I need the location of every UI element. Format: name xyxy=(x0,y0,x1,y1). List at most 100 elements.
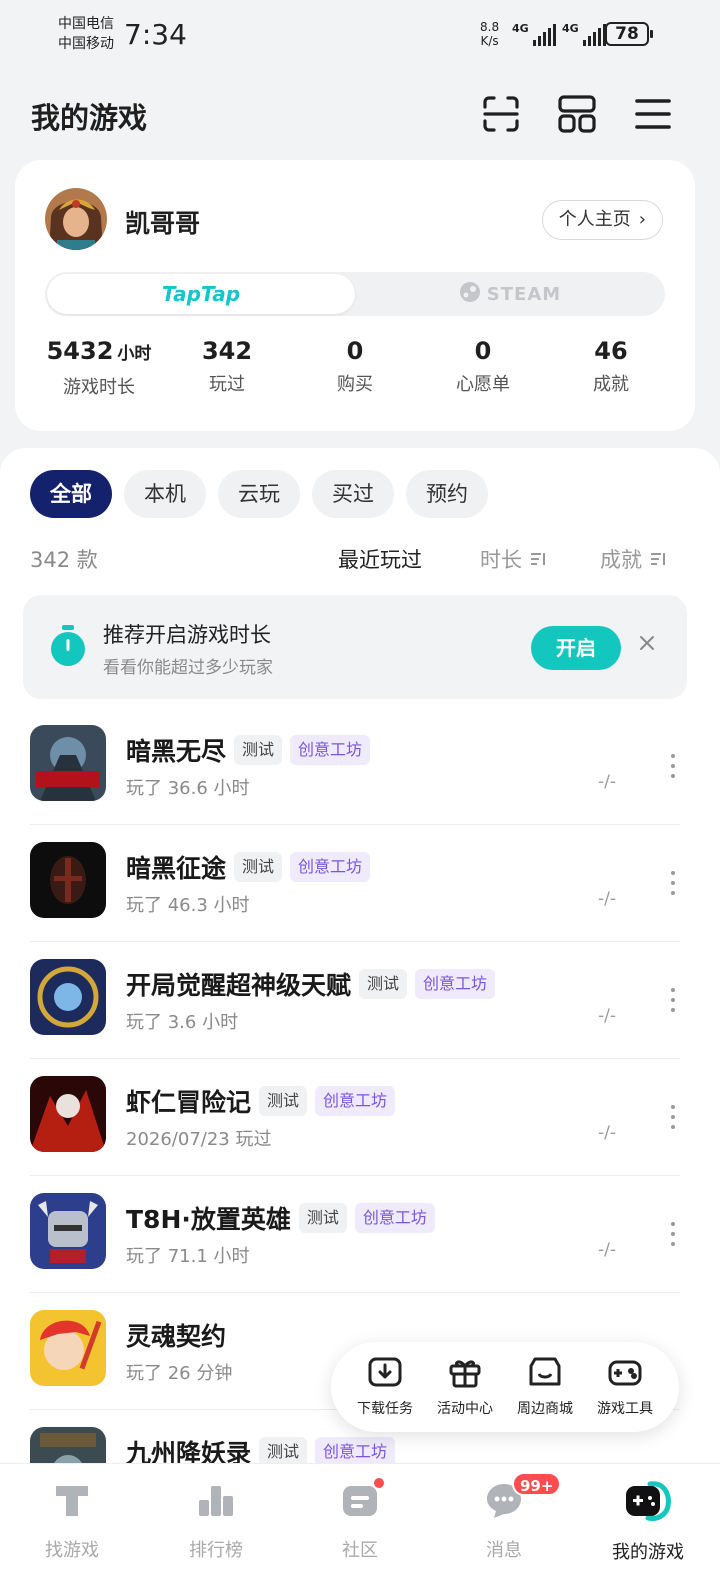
profile-stats: 5432 小时 游戏时长 342 玩过 0 购买 0 心愿单 46 成就 xyxy=(35,336,675,399)
menu-icon[interactable] xyxy=(633,94,673,134)
stopwatch-icon xyxy=(49,625,87,671)
grid-icon[interactable] xyxy=(557,94,597,134)
more-icon[interactable] xyxy=(670,988,676,1012)
sort-recent[interactable]: 最近玩过 xyxy=(338,544,422,574)
game-tools-button[interactable]: 游戏工具 xyxy=(597,1342,653,1432)
network-speed: 8.8 K/s xyxy=(480,20,500,48)
tag-test: 测试 xyxy=(234,852,283,882)
tag-workshop: 创意工坊 xyxy=(290,852,371,882)
stat-purchased[interactable]: 0 购买 xyxy=(291,336,419,399)
gift-icon xyxy=(447,1356,483,1392)
stat-played[interactable]: 342 玩过 xyxy=(163,336,291,399)
signal-icon-sim1: 4G xyxy=(512,22,556,46)
profile-home-button[interactable]: 个人主页 › xyxy=(541,200,663,240)
game-icon xyxy=(30,959,106,1035)
tag-workshop: 创意工坊 xyxy=(415,969,496,999)
tag-workshop: 创意工坊 xyxy=(290,735,371,765)
more-icon[interactable] xyxy=(670,871,676,895)
tag-test: 测试 xyxy=(259,1086,308,1116)
carrier-info: 中国电信 中国移动 xyxy=(58,14,114,54)
list-item[interactable]: 开局觉醒超神级天赋 测试 创意工坊 玩了 3.6 小时 -/- xyxy=(30,942,680,1059)
gamepad-icon xyxy=(607,1356,643,1392)
more-icon[interactable] xyxy=(670,1222,676,1246)
game-count: 342 款 xyxy=(30,548,98,572)
nav-my-games[interactable]: 我的游戏 xyxy=(576,1464,720,1593)
game-playtime: 玩了 36.6 小时 xyxy=(126,778,250,799)
taptap-logo-icon xyxy=(52,1480,92,1524)
username: 凯哥哥 xyxy=(125,209,201,238)
scan-icon[interactable] xyxy=(481,94,521,134)
avatar[interactable] xyxy=(45,188,107,250)
filter-reserved[interactable]: 预约 xyxy=(406,470,488,518)
nav-messages[interactable]: 99+ 消息 xyxy=(432,1464,576,1593)
podium-icon xyxy=(196,1480,236,1524)
game-playtime: 玩了 3.6 小时 xyxy=(126,1012,239,1033)
my-games-icon xyxy=(624,1480,672,1526)
stat-achievements[interactable]: 46 成就 xyxy=(547,336,675,399)
nav-community[interactable]: 社区 xyxy=(288,1464,432,1593)
notification-dot xyxy=(372,1476,386,1490)
filter-all[interactable]: 全部 xyxy=(30,470,112,518)
platform-taptap-tab[interactable]: TapTap xyxy=(47,274,355,314)
filter-tabs: 全部 本机 云玩 买过 预约 xyxy=(30,470,488,518)
quick-tools-bar: 下载任务 活动中心 周边商城 游戏工具 xyxy=(331,1342,679,1432)
message-count-badge: 99+ xyxy=(512,1472,562,1496)
list-item[interactable]: 虾仁冒险记 测试 创意工坊 2026/07/23 玩过 -/- xyxy=(30,1059,680,1176)
carrier-1: 中国电信 xyxy=(58,16,114,32)
game-playtime: 玩了 46.3 小时 xyxy=(126,895,250,916)
sort-icon xyxy=(529,548,547,572)
chevron-right-icon: › xyxy=(638,209,646,230)
game-achievement: -/- xyxy=(598,1123,616,1143)
game-name: 暗黑无尽 xyxy=(126,737,227,766)
game-playtime: 玩了 71.1 小时 xyxy=(126,1246,250,1267)
game-playtime: 玩了 26 分钟 xyxy=(126,1363,233,1384)
page-title: 我的游戏 xyxy=(31,101,148,135)
list-item[interactable]: 暗黑无尽 测试 创意工坊 玩了 36.6 小时 -/- xyxy=(30,708,680,825)
game-achievement: -/- xyxy=(598,772,616,792)
list-item[interactable]: T8H·放置英雄 测试 创意工坊 玩了 71.1 小时 -/- xyxy=(30,1176,680,1293)
stat-playtime[interactable]: 5432 小时 游戏时长 xyxy=(35,336,163,399)
tag-test: 测试 xyxy=(359,969,408,999)
bottom-nav: 找游戏 排行榜 社区 99+ 消息 我的游戏 xyxy=(0,1463,720,1593)
store-icon xyxy=(527,1356,563,1392)
game-icon xyxy=(30,1193,106,1269)
platform-steam-tab[interactable]: STEAM xyxy=(355,272,665,316)
sort-duration[interactable]: 时长 xyxy=(480,544,547,574)
tag-workshop: 创意工坊 xyxy=(315,1086,396,1116)
tag-test: 测试 xyxy=(298,1203,347,1233)
status-time: 7:34 xyxy=(124,18,187,51)
filter-local[interactable]: 本机 xyxy=(124,470,206,518)
tip-subtitle: 看看你能超过多少玩家 xyxy=(103,658,273,678)
sort-achievement[interactable]: 成就 xyxy=(600,544,667,574)
stat-wishlist[interactable]: 0 心愿单 xyxy=(419,336,547,399)
game-name: 灵魂契约 xyxy=(126,1322,227,1351)
download-icon xyxy=(367,1356,403,1392)
close-icon[interactable] xyxy=(639,635,655,655)
event-center-button[interactable]: 活动中心 xyxy=(437,1342,493,1432)
steam-icon xyxy=(459,281,481,308)
download-tasks-button[interactable]: 下载任务 xyxy=(357,1342,413,1432)
game-name: 开局觉醒超神级天赋 xyxy=(126,971,352,1000)
filter-cloud[interactable]: 云玩 xyxy=(218,470,300,518)
merch-store-button[interactable]: 周边商城 xyxy=(517,1342,573,1432)
status-bar: 中国电信 中国移动 7:34 8.8 K/s 4G 4G 78 xyxy=(0,0,720,72)
game-achievement: -/- xyxy=(598,1006,616,1026)
nav-find-games[interactable]: 找游戏 xyxy=(0,1464,144,1593)
list-item[interactable]: 暗黑征途 测试 创意工坊 玩了 46.3 小时 -/- xyxy=(30,825,680,942)
enable-button[interactable]: 开启 xyxy=(531,626,621,670)
tip-title: 推荐开启游戏时长 xyxy=(103,623,271,647)
game-icon xyxy=(30,1310,106,1386)
battery-icon: 78 xyxy=(605,22,653,46)
tag-workshop: 创意工坊 xyxy=(354,1203,435,1233)
more-icon[interactable] xyxy=(670,754,676,778)
game-name: 虾仁冒险记 xyxy=(126,1088,252,1117)
platform-switch: TapTap STEAM xyxy=(45,272,665,316)
game-icon xyxy=(30,842,106,918)
game-achievement: -/- xyxy=(598,1240,616,1260)
sort-icon xyxy=(649,548,667,572)
more-icon[interactable] xyxy=(670,1105,676,1129)
game-name: T8H·放置英雄 xyxy=(126,1205,291,1234)
nav-rankings[interactable]: 排行榜 xyxy=(144,1464,288,1593)
filter-bought[interactable]: 买过 xyxy=(312,470,394,518)
game-name: 暗黑征途 xyxy=(126,854,227,883)
